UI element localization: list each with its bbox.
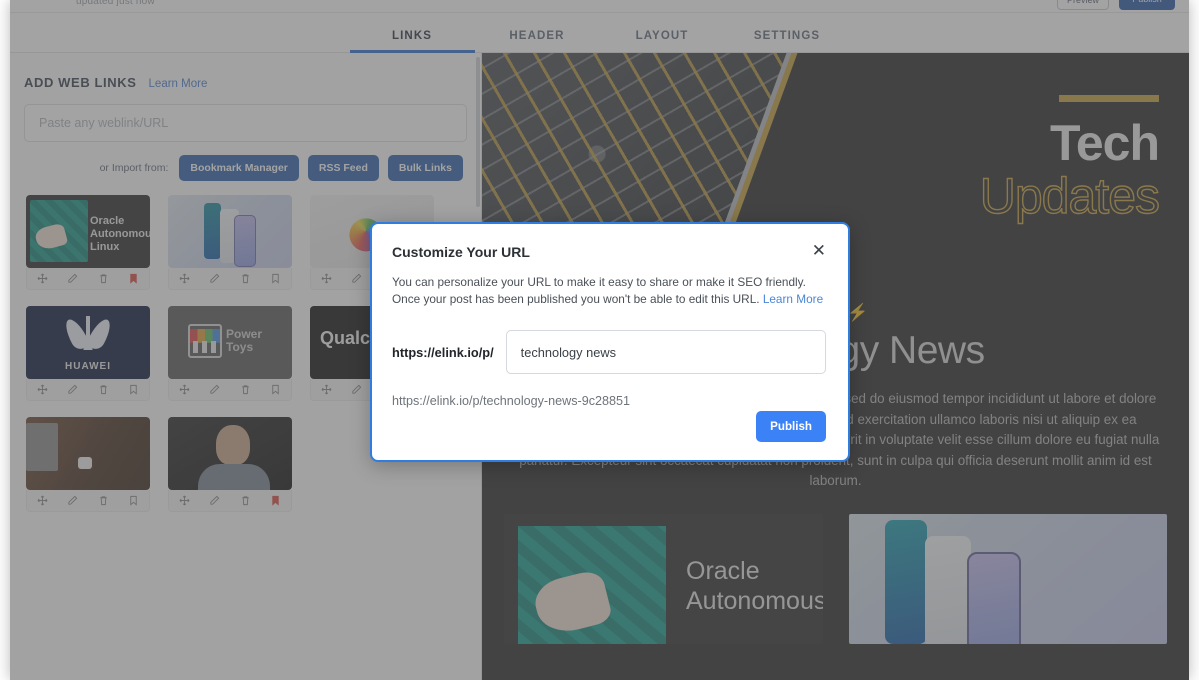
url-prefix-label: https://elink.io/p/ bbox=[392, 344, 494, 360]
close-icon[interactable]: ✕ bbox=[812, 242, 826, 259]
publish-button[interactable]: Publish bbox=[756, 411, 826, 442]
final-url-preview: https://elink.io/p/technology-news-9c288… bbox=[392, 394, 631, 408]
modal-footer: Publish bbox=[756, 411, 826, 442]
app-root: updated just now Preview Publish LINKS H… bbox=[0, 0, 1199, 680]
modal-title: Customize Your URL bbox=[392, 244, 530, 260]
customize-url-modal: Customize Your URL ✕ You can personalize… bbox=[370, 222, 850, 462]
slug-input[interactable] bbox=[505, 330, 826, 374]
modal-description-text: You can personalize your URL to make it … bbox=[392, 275, 806, 306]
slug-row: https://elink.io/p/ bbox=[392, 330, 826, 374]
modal-description: You can personalize your URL to make it … bbox=[392, 274, 824, 308]
modal-learn-more-link[interactable]: Learn More bbox=[763, 292, 823, 306]
modal-header: Customize Your URL ✕ bbox=[392, 242, 826, 260]
